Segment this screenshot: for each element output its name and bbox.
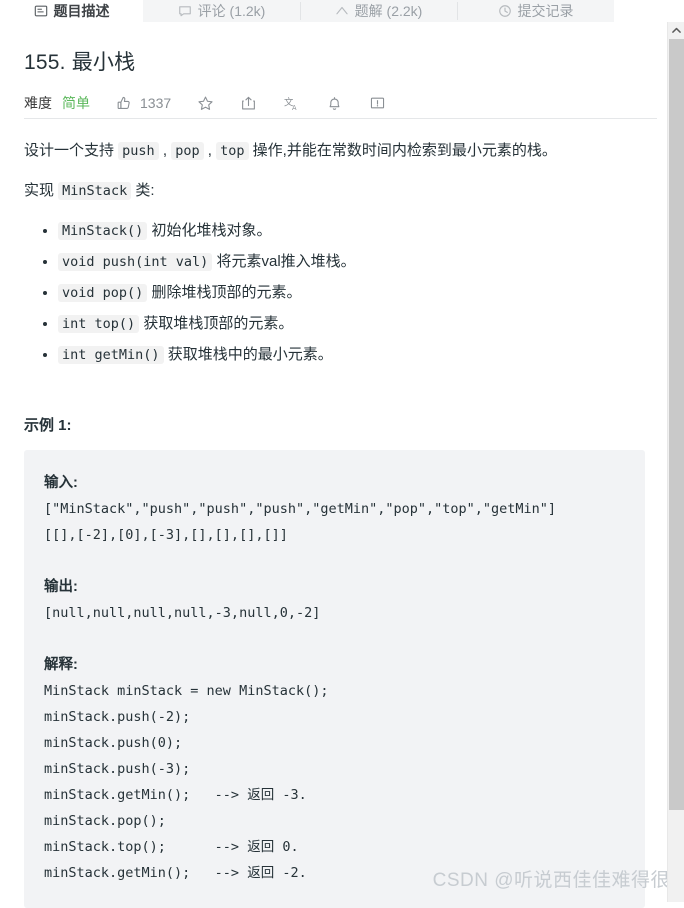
output-label: 输出:	[44, 579, 78, 595]
desc-text-b: ,	[158, 142, 172, 159]
scroll-up-arrow-icon[interactable]	[668, 22, 684, 39]
code-top: top	[216, 142, 249, 160]
explain-line-2: minStack.push(-2);	[44, 709, 191, 725]
translate-icon: 文A	[283, 95, 300, 112]
api-description: 将元素val推入堆栈。	[212, 253, 356, 270]
tab-solutions[interactable]: 题解 (2.2k)	[300, 0, 457, 22]
api-signature: void push(int val)	[58, 253, 213, 271]
input-label: 输入:	[44, 475, 78, 491]
like-count: 1337	[140, 95, 172, 111]
explain-line-6: minStack.pop();	[44, 813, 166, 829]
list-item: int top() 获取堆栈顶部的元素。	[58, 311, 636, 337]
page-title: 155. 最小栈	[24, 51, 136, 74]
example-code-block: 输入: ["MinStack","push","push","push","ge…	[24, 450, 645, 908]
bell-icon	[326, 95, 343, 112]
solution-icon	[335, 4, 349, 18]
share-icon	[240, 95, 257, 112]
translate-button[interactable]: 文A	[283, 95, 300, 112]
feedback-icon	[369, 95, 386, 112]
explain-line-4: minStack.push(-3);	[44, 761, 191, 777]
list-item: int getMin() 获取堆栈中的最小元素。	[58, 342, 636, 368]
code-push: push	[118, 142, 159, 160]
api-description: 删除堆栈顶部的元素。	[147, 284, 302, 301]
problem-meta-row: 难度 简单 1337 文A	[0, 76, 660, 118]
api-signature: MinStack()	[58, 222, 148, 240]
scrollbar-thumb[interactable]	[669, 39, 684, 810]
tab-description-label: 题目描述	[53, 3, 110, 19]
history-icon	[498, 4, 512, 18]
code-minstack: MinStack	[58, 182, 132, 200]
header-divider	[24, 118, 657, 119]
thumbs-up-icon	[116, 95, 133, 112]
api-description: 获取堆栈中的最小元素。	[163, 346, 333, 363]
description-paragraph-2: 实现 MinStack 类:	[24, 178, 636, 204]
api-description: 初始化堆栈对象。	[147, 222, 272, 239]
api-signature: void pop()	[58, 284, 148, 302]
svg-text:A: A	[292, 104, 297, 112]
output-line-1: [null,null,null,null,-3,null,0,-2]	[44, 605, 321, 621]
tab-comments-label: 评论 (1.2k)	[197, 3, 266, 19]
tab-submissions-label: 提交记录	[517, 3, 574, 19]
description-icon	[34, 4, 48, 18]
example-title: 示例 1:	[24, 417, 72, 434]
explain-label: 解释:	[44, 657, 78, 673]
list-item: void push(int val) 将元素val推入堆栈。	[58, 249, 636, 275]
list-item: MinStack() 初始化堆栈对象。	[58, 218, 636, 244]
api-description: 获取堆栈顶部的元素。	[139, 315, 294, 332]
vertical-scrollbar[interactable]	[667, 22, 684, 902]
star-icon	[197, 95, 214, 112]
input-line-2: [[],[-2],[0],[-3],[],[],[],[]]	[44, 527, 288, 543]
tab-comments[interactable]: 评论 (1.2k)	[143, 0, 300, 22]
input-line-1: ["MinStack","push","push","push","getMin…	[44, 501, 557, 517]
like-button[interactable]: 1337	[116, 95, 171, 112]
share-button[interactable]	[240, 95, 257, 112]
notification-button[interactable]	[326, 95, 343, 112]
difficulty-label: 难度	[24, 95, 52, 111]
explain-line-8: minStack.getMin(); --> 返回 -2.	[44, 865, 307, 881]
api-list: MinStack() 初始化堆栈对象。 void push(int val) 将…	[24, 218, 636, 368]
impl-text-b: 类:	[131, 182, 155, 199]
api-signature: int top()	[58, 315, 140, 333]
desc-text-d: 操作,并能在常数时间内检索到最小元素的栈。	[248, 142, 557, 159]
favorite-button[interactable]	[197, 95, 214, 112]
comment-icon	[178, 4, 192, 18]
explain-line-3: minStack.push(0);	[44, 735, 183, 751]
problem-content: 设计一个支持 push , pop , top 操作,并能在常数时间内检索到最小…	[0, 126, 660, 908]
code-pop: pop	[171, 142, 204, 160]
tab-solutions-label: 题解 (2.2k)	[354, 3, 423, 19]
difficulty-badge: 简单	[62, 95, 90, 111]
tab-submissions[interactable]: 提交记录	[457, 0, 614, 22]
problem-header: 155. 最小栈 难度 简单 1337 文A	[0, 22, 660, 118]
list-item: void pop() 删除堆栈顶部的元素。	[58, 280, 636, 306]
impl-text-a: 实现	[24, 182, 59, 199]
explain-line-1: MinStack minStack = new MinStack();	[44, 683, 329, 699]
desc-text-c: ,	[203, 142, 217, 159]
problem-tabs: 题目描述 评论 (1.2k) 题解 (2.2k) 提交记录	[0, 0, 684, 22]
explain-line-5: minStack.getMin(); --> 返回 -3.	[44, 787, 307, 803]
desc-text-a: 设计一个支持	[24, 142, 119, 159]
api-signature: int getMin()	[58, 346, 164, 364]
explain-line-7: minStack.top(); --> 返回 0.	[44, 839, 299, 855]
description-paragraph-1: 设计一个支持 push , pop , top 操作,并能在常数时间内检索到最小…	[24, 138, 636, 164]
tab-description[interactable]: 题目描述	[0, 0, 143, 22]
feedback-button[interactable]	[369, 95, 386, 112]
